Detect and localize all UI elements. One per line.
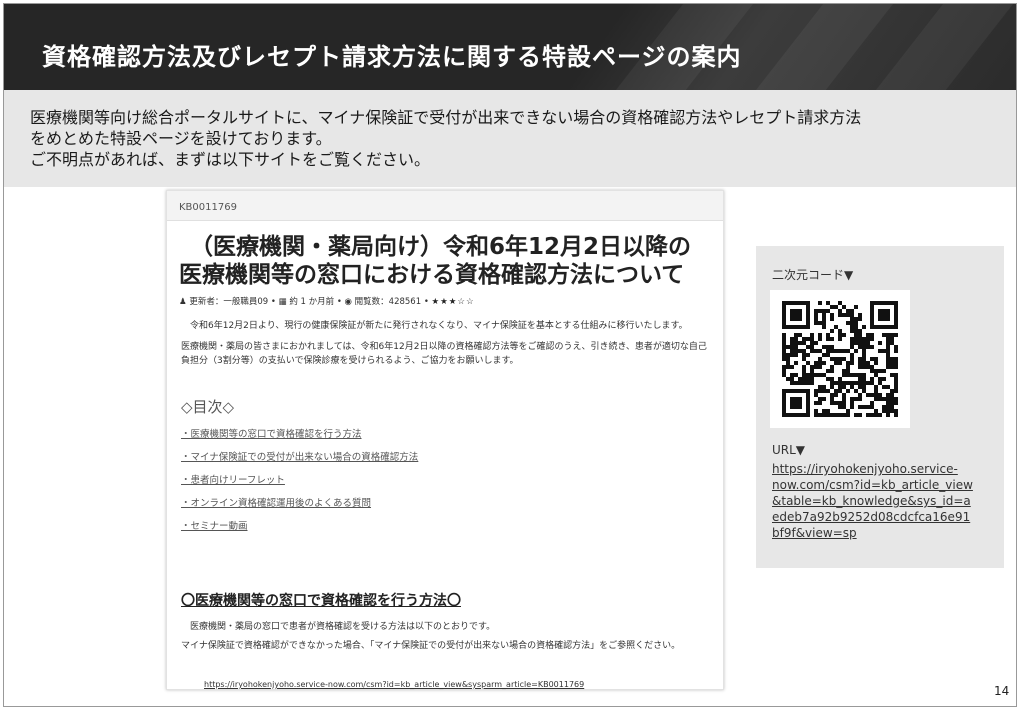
article-paragraph: 医療機関・薬局の皆さまにおかれましては、令和6年12月2日以降の資格確認方法等を… — [181, 342, 707, 366]
intro-line: ご不明点があれば、まずは以下サイトをご覧ください。 — [30, 150, 431, 169]
slide-title: 資格確認方法及びレセプト請求方法に関する特設ページの案内 — [42, 43, 742, 71]
article-meta: ♟ 更新者：一般職員09 • ▦ 約 1 か月前 • ◉ 閲覧数：428561 … — [179, 297, 475, 307]
title-decoration — [729, 4, 909, 90]
toc-item: ・医療機関等の窓口で資格確認を行う方法 — [181, 423, 723, 446]
article-title: （医療機関・薬局向け）令和6年12月2日以降の 医療機関等の窓口における資格確認… — [179, 233, 723, 289]
eye-icon: ◉ — [344, 297, 352, 307]
qr-label: 二次元コード▼ — [772, 268, 854, 282]
toc-link[interactable]: ・患者向けリーフレット — [181, 475, 285, 486]
toc-link[interactable]: ・セミナー動画 — [181, 521, 248, 532]
toc-list: ・医療機関等の窓口で資格確認を行う方法 ・マイナ保険証での受付が出来ない場合の資… — [181, 423, 723, 538]
view-count: 閲覧数：428561 — [354, 297, 422, 307]
toc-link[interactable]: ・オンライン資格確認運用後のよくある質問 — [181, 498, 371, 509]
toc-link[interactable]: ・医療機関等の窓口で資格確認を行う方法 — [181, 429, 362, 440]
portal-url-link[interactable]: https://iryohokenjyoho.service- now.com/… — [772, 461, 973, 541]
section-heading: 〇医療機関等の窓口で資格確認を行う方法〇 — [181, 593, 461, 609]
author: 更新者：一般職員09 — [189, 297, 269, 307]
article-paragraph: 令和6年12月2日より、現行の健康保険証が新たに発行されなくなり、マイナ保険証を… — [190, 321, 688, 331]
title-bar: 資格確認方法及びレセプト請求方法に関する特設ページの案内 — [4, 4, 1016, 90]
toc-item: ・患者向けリーフレット — [181, 469, 723, 492]
updated-date: 約 1 か月前 — [289, 297, 335, 307]
slide: 資格確認方法及びレセプト請求方法に関する特設ページの案内 医療機関等向け総合ポー… — [3, 3, 1017, 707]
article-title-line: 医療機関等の窓口における資格確認方法について — [179, 262, 685, 288]
url-line: https://iryohokenjyoho.service- — [772, 462, 958, 476]
url-line: bf9f&view=sp — [772, 526, 857, 540]
kb-id: KB0011769 — [167, 191, 723, 221]
toc-item: ・オンライン資格確認運用後のよくある質問 — [181, 492, 723, 515]
url-line: edeb7a92b9252d08cdcfca16e91 — [772, 510, 971, 524]
toc-item: ・セミナー動画 — [181, 515, 723, 538]
article-title-line: （医療機関・薬局向け）令和6年12月2日以降の — [190, 234, 692, 260]
url-line: now.com/csm?id=kb_article_view — [772, 478, 973, 492]
side-panel: 二次元コード▼ URL▼ https://iryohokenjyoho.serv… — [756, 246, 1004, 568]
calendar-icon: ▦ — [278, 297, 287, 307]
url-line: &table=kb_knowledge&sys_id=a — [772, 494, 971, 508]
url-label: URL▼ — [772, 443, 806, 457]
toc-item: ・マイナ保険証での受付が出来ない場合の資格確認方法 — [181, 446, 723, 469]
user-icon: ♟ — [179, 297, 187, 307]
intro-band: 医療機関等向け総合ポータルサイトに、マイナ保険証で受付が出来できない場合の資格確… — [4, 90, 1016, 187]
article-screenshot: KB0011769 （医療機関・薬局向け）令和6年12月2日以降の 医療機関等の… — [166, 190, 724, 690]
qr-code — [770, 290, 910, 428]
section-paragraph: マイナ保険証で資格確認ができなかった場合、「マイナ保険証での受付が出来ない場合の… — [181, 641, 681, 651]
toc-heading: ◇目次◇ — [181, 398, 235, 416]
qr-code-icon — [782, 301, 898, 417]
page-number: 14 — [994, 684, 1010, 698]
article-url-link[interactable]: https://iryohokenjyoho.service-now.com/c… — [204, 680, 584, 689]
star-rating[interactable]: ★★★☆☆ — [432, 297, 475, 307]
toc-link[interactable]: ・マイナ保険証での受付が出来ない場合の資格確認方法 — [181, 452, 418, 463]
section-paragraph: 医療機関・薬局の窓口で患者が資格確認を受ける方法は以下のとおりです。 — [190, 622, 496, 632]
